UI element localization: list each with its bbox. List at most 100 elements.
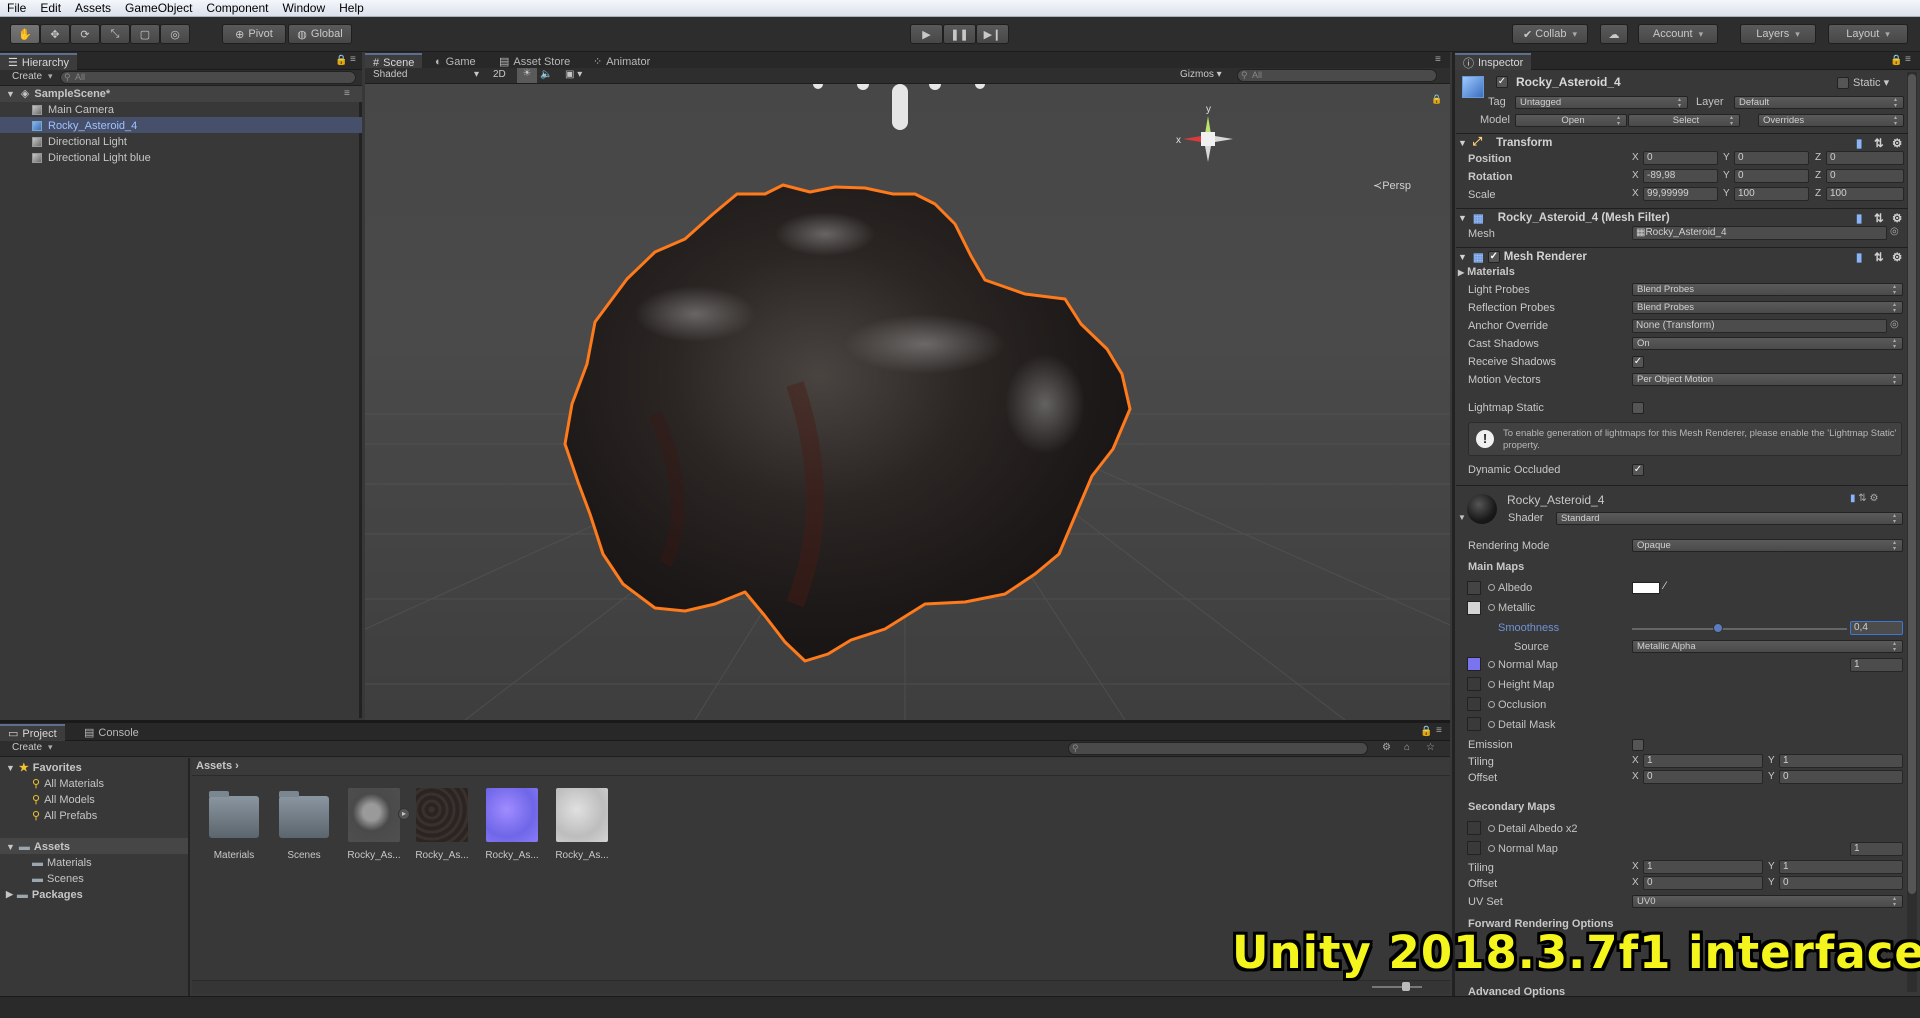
menu-window[interactable]: Window [275, 1, 332, 15]
global-toggle[interactable]: ◍ Global [288, 24, 352, 44]
model-open-button[interactable]: Open [1515, 114, 1627, 127]
smoothness-slider-thumb[interactable] [1713, 623, 1723, 633]
menu-assets[interactable]: Assets [68, 1, 118, 15]
offset2-x-field[interactable]: 0 [1643, 876, 1763, 890]
filter-type-icon[interactable]: ⚙ [1382, 742, 1391, 753]
play-button[interactable]: ▶ [910, 24, 943, 44]
rotate-tool-button[interactable]: ⟳ [70, 24, 100, 44]
object-picker-icon[interactable] [1488, 825, 1495, 832]
normal-map-texture-slot[interactable] [1467, 657, 1481, 671]
asset-folder-materials[interactable]: Materials [207, 788, 261, 861]
albedo-texture-slot[interactable] [1467, 581, 1481, 595]
source-dropdown[interactable]: Metallic Alpha [1632, 640, 1903, 653]
pivot-toggle[interactable]: ⊕ Pivot [222, 24, 286, 44]
asset-texture-normal[interactable]: Rocky_As... [485, 788, 539, 861]
occlusion-texture-slot[interactable] [1467, 697, 1481, 711]
scene-menu-icon[interactable]: ≡ [344, 88, 350, 99]
assets-folder[interactable]: ▼ ▬ Assets [6, 839, 70, 854]
uv-set-dropdown[interactable]: UV0 [1632, 895, 1903, 908]
object-picker-icon[interactable] [1488, 701, 1495, 708]
position-y-field[interactable]: 0 [1734, 151, 1809, 165]
packages-folder[interactable]: ▶ ▬ Packages [6, 887, 83, 902]
help-book-icon[interactable]: ▮ [1856, 136, 1862, 150]
preset-icon[interactable]: ⇅ [1874, 250, 1884, 264]
star-icon[interactable]: ☆ [1426, 742, 1435, 753]
effects-dropdown[interactable]: ▣ ▾ [565, 69, 582, 80]
object-picker-icon[interactable] [1488, 721, 1495, 728]
panel-menu-icon[interactable]: ≡ [1435, 55, 1445, 65]
normal-scale-field[interactable]: 1 [1850, 658, 1903, 672]
layers-dropdown[interactable]: Layers [1740, 24, 1816, 44]
layer-dropdown[interactable]: Default [1734, 96, 1904, 109]
inspector-scrollbar[interactable] [1907, 72, 1917, 992]
filter-label-icon[interactable]: ⌂ [1404, 742, 1410, 753]
object-picker-icon[interactable] [1488, 661, 1495, 668]
menu-gameobject[interactable]: GameObject [118, 1, 199, 15]
detail-mask-texture-slot[interactable] [1467, 717, 1481, 731]
lightmap-static-checkbox[interactable] [1632, 402, 1644, 414]
detail-normal-scale-field[interactable]: 1 [1850, 842, 1903, 856]
tab-project[interactable]: ▭ Project [0, 724, 65, 741]
object-picker-icon[interactable] [1488, 681, 1495, 688]
smoothness-value-field[interactable]: 0,4 [1850, 621, 1903, 635]
model-select-button[interactable]: Select [1628, 114, 1740, 127]
scale-x-field[interactable]: 99,99999 [1643, 187, 1718, 201]
panel-menu-icon[interactable]: ≡ [350, 55, 360, 65]
lock-icon[interactable]: 🔒 [1431, 94, 1442, 105]
mesh-object-field[interactable]: ▦Rocky_Asteroid_4 [1632, 226, 1887, 240]
help-book-icon[interactable]: ▮ [1856, 211, 1862, 225]
gear-icon[interactable]: ⚙ [1892, 211, 1902, 225]
asset-texture-albedo[interactable]: Rocky_As... [415, 788, 469, 861]
rotation-y-field[interactable]: 0 [1734, 169, 1809, 183]
dynamic-occluded-checkbox[interactable]: ✓ [1632, 464, 1644, 476]
panel-menu-icon[interactable]: ≡ [1436, 726, 1446, 736]
tiling2-x-field[interactable]: 1 [1643, 860, 1763, 874]
offset2-y-field[interactable]: 0 [1779, 876, 1903, 890]
object-picker-icon[interactable] [1488, 584, 1495, 591]
lock-icon[interactable]: 🔒 [335, 56, 347, 66]
collab-dropdown[interactable]: ✔ Collab [1512, 24, 1588, 44]
position-x-field[interactable]: 0 [1643, 151, 1718, 165]
lock-icon[interactable]: 🔒 [1420, 727, 1432, 737]
scale-y-field[interactable]: 100 [1734, 187, 1809, 201]
menu-file[interactable]: File [0, 1, 33, 15]
hand-tool-button[interactable]: ✋ [10, 24, 40, 44]
projection-toggle[interactable]: ≺Persp [1373, 179, 1411, 192]
emission-checkbox[interactable] [1632, 739, 1644, 751]
gear-icon[interactable]: ⚙ [1869, 493, 1878, 504]
favorite-all-materials[interactable]: ⚲ All Materials [32, 776, 104, 791]
rotation-x-field[interactable]: -89,98 [1643, 169, 1718, 183]
help-book-icon[interactable]: ▮ [1856, 250, 1862, 264]
move-tool-button[interactable]: ✥ [40, 24, 70, 44]
project-create-button[interactable]: Create [12, 742, 53, 753]
step-button[interactable]: ▶❙ [976, 24, 1009, 44]
mesh-filter-header[interactable]: ▼ ▦ Rocky_Asteroid_4 (Mesh Filter) ▮ ⇅ ⚙ [1456, 208, 1908, 226]
cast-shadows-dropdown[interactable]: On [1632, 337, 1903, 350]
detail-albedo-texture-slot[interactable] [1467, 821, 1481, 835]
preset-icon[interactable]: ⇅ [1874, 211, 1884, 225]
preset-icon[interactable]: ⇅ [1874, 136, 1884, 150]
active-checkbox[interactable]: ✓ [1496, 76, 1508, 88]
thumbnail-size-slider[interactable] [1372, 986, 1422, 988]
menu-edit[interactable]: Edit [33, 1, 68, 15]
tab-inspector[interactable]: ⓘ Inspector [1455, 53, 1532, 70]
shading-dropdown[interactable]: Shaded ▾ [373, 69, 483, 80]
tiling-y-field[interactable]: 1 [1779, 754, 1903, 768]
scene-search-input[interactable]: ⚲ All [1237, 69, 1437, 82]
height-map-texture-slot[interactable] [1467, 677, 1481, 691]
position-z-field[interactable]: 0 [1826, 151, 1904, 165]
gear-icon[interactable]: ⚙ [1892, 136, 1902, 150]
model-overrides-dropdown[interactable]: Overrides [1758, 114, 1904, 127]
hierarchy-item-main-camera[interactable]: Main Camera [32, 102, 114, 117]
offset-y-field[interactable]: 0 [1779, 770, 1903, 784]
expand-arrow-icon[interactable]: ▼ [1458, 513, 1466, 522]
slider-thumb[interactable] [1402, 982, 1410, 991]
detail-normal-texture-slot[interactable] [1467, 841, 1481, 855]
favorites-header[interactable]: ▼ ★ Favorites [6, 760, 82, 775]
hierarchy-item-directional-light-blue[interactable]: Directional Light blue [32, 150, 151, 165]
rotation-z-field[interactable]: 0 [1826, 169, 1904, 183]
reflection-probes-dropdown[interactable]: Blend Probes [1632, 301, 1903, 314]
light-probes-dropdown[interactable]: Blend Probes [1632, 283, 1903, 296]
offset-x-field[interactable]: 0 [1643, 770, 1763, 784]
folder-materials[interactable]: ▬ Materials [32, 855, 92, 870]
